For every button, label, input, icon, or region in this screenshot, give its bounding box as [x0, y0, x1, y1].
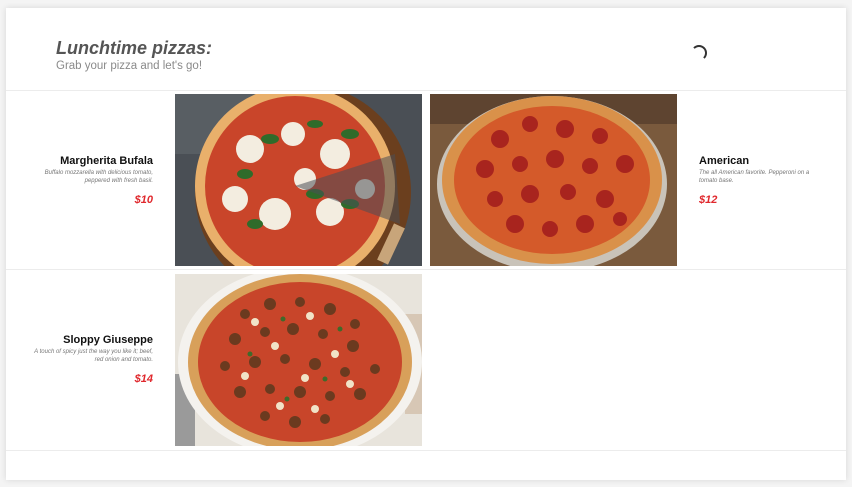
- pizza-price: $14: [134, 373, 153, 385]
- page-subtitle: Grab your pizza and let's go!: [56, 60, 203, 72]
- row-divider: [6, 269, 846, 270]
- pizza-price: $12: [699, 194, 718, 206]
- pizza-name: Sloppy Giuseppe: [63, 334, 153, 346]
- pizza-item-sloppy-giuseppe[interactable]: Sloppy Giuseppe A touch of spicy just th…: [3, 334, 153, 385]
- loading-spinner-icon: [691, 45, 707, 61]
- margherita-pizza-photo[interactable]: [175, 94, 422, 266]
- menu-header: Lunchtime pizzas: Grab your pizza and le…: [6, 8, 846, 91]
- pizza-item-american[interactable]: American The all American favorite. Pepp…: [699, 155, 819, 206]
- pepperoni-pizza-photo[interactable]: [430, 94, 677, 266]
- row-divider: [6, 450, 846, 451]
- pizza-description: The all American favorite. Pepperoni on …: [699, 170, 810, 184]
- pizza-description: A touch of spicy just the way you like i…: [34, 349, 153, 363]
- pizza-description: Buffalo mozzarella with delicious tomato…: [44, 170, 153, 184]
- pizza-name: Margherita Bufala: [60, 155, 153, 167]
- pizza-name: American: [699, 155, 750, 167]
- pizza-price: $10: [134, 194, 153, 206]
- sausage-pizza-photo[interactable]: [175, 274, 422, 446]
- pizza-item-margherita[interactable]: Margherita Bufala Buffalo mozzarella wit…: [3, 155, 153, 206]
- menu-card: Lunchtime pizzas: Grab your pizza and le…: [6, 8, 846, 480]
- page-title: Lunchtime pizzas:: [56, 38, 213, 58]
